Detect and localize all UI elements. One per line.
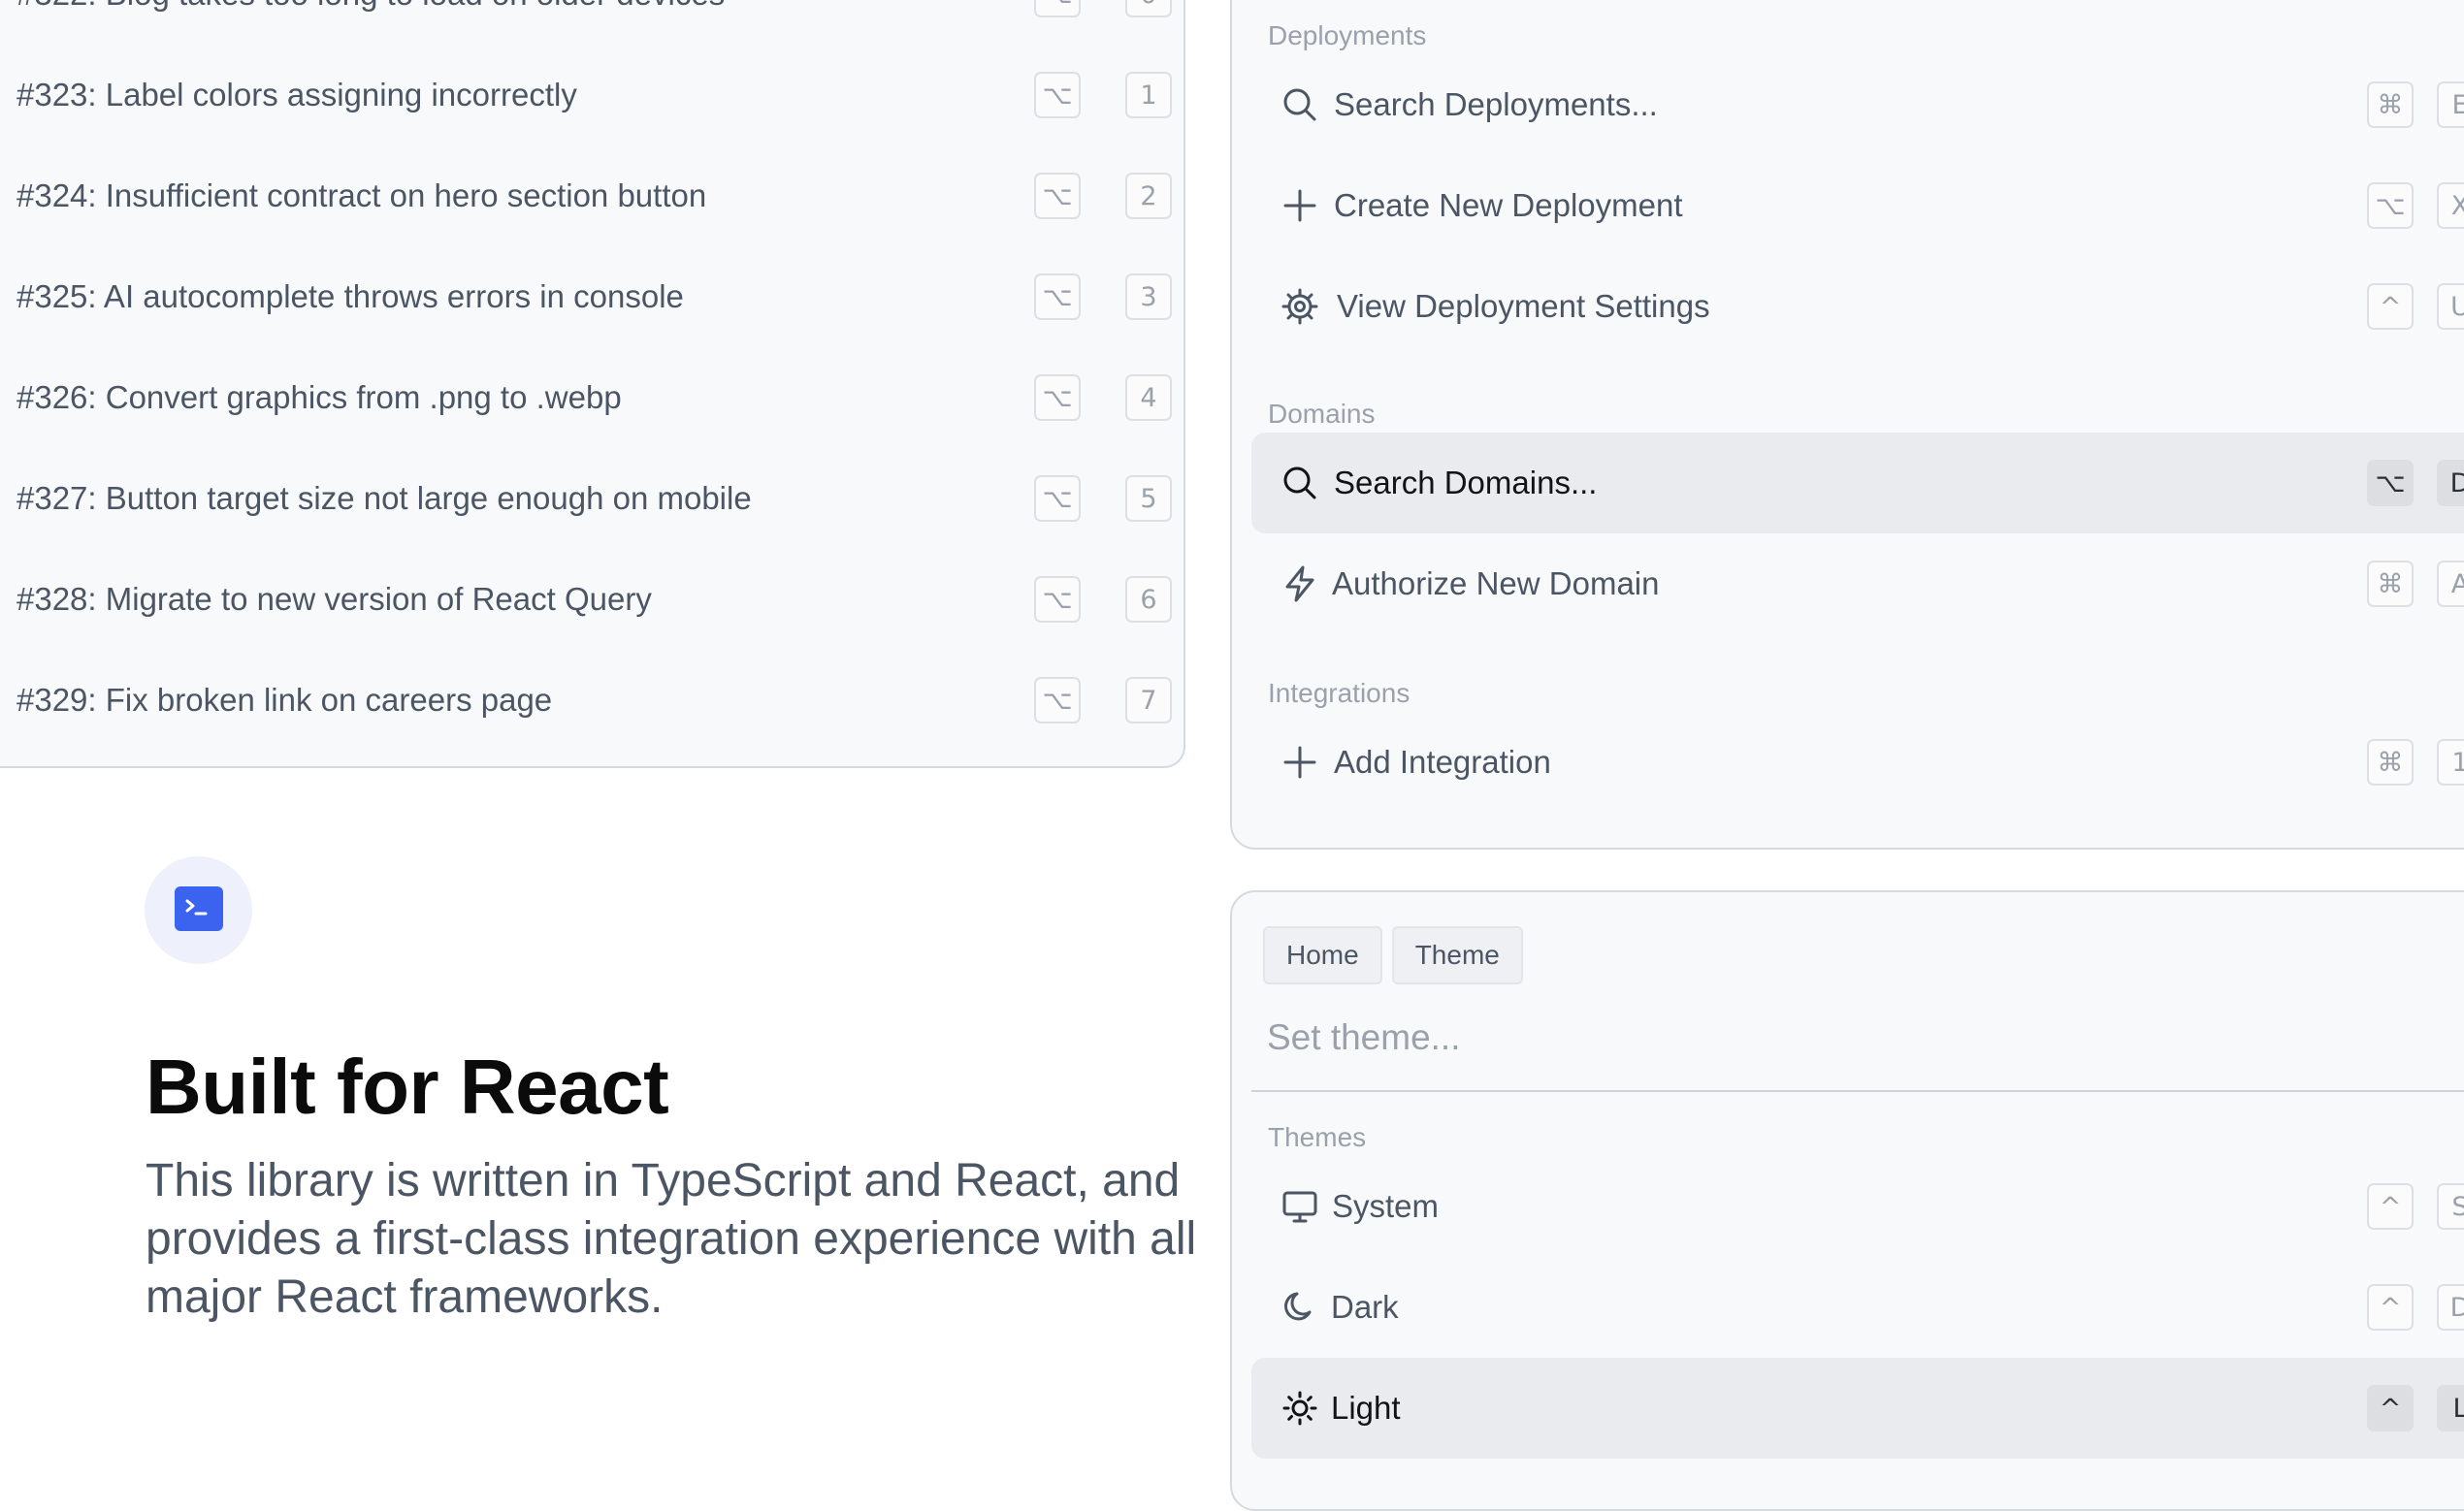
breadcrumb-theme[interactable]: Theme	[1391, 926, 1523, 984]
theme-label: Dark	[1331, 1289, 1399, 1325]
shortcut-key: 3	[1125, 273, 1172, 320]
issue-item[interactable]: #329: Fix broken link on careers page ⌥ …	[0, 650, 1183, 751]
issue-item[interactable]: #326: Convert graphics from .png to .web…	[0, 347, 1183, 448]
shortcut-modifier-key: ⌥	[1034, 72, 1081, 118]
shortcut-modifier-key: ⌥	[1034, 374, 1081, 421]
sun-icon	[1281, 1389, 1319, 1428]
breadcrumb: Home Theme	[1263, 926, 1523, 984]
issue-item[interactable]: #328: Migrate to new version of React Qu…	[0, 549, 1183, 650]
issue-label: #322: Blog takes too long to load on old…	[16, 0, 725, 13]
shortcut-key: 4	[1125, 374, 1172, 421]
issue-item[interactable]: #325: AI autocomplete throws errors in c…	[0, 246, 1183, 347]
issue-item[interactable]: #327: Button target size not large enoug…	[0, 448, 1183, 549]
group-heading-themes: Themes	[1268, 1122, 1367, 1152]
command-label: Create New Deployment	[1334, 187, 1683, 223]
command-authorize-domain[interactable]: Authorize New Domain ⌘ A	[1251, 533, 2464, 634]
shortcut-modifier-key: ⌥	[1034, 677, 1081, 723]
lightning-icon	[1281, 564, 1319, 603]
issue-item[interactable]: #323: Label colors assigning incorrectly…	[0, 45, 1183, 145]
theme-option-light[interactable]: Light ^ L	[1251, 1358, 2464, 1459]
feature-icon-badge	[145, 856, 252, 964]
feature-title: Built for React	[146, 1044, 669, 1130]
shortcut-modifier-key: ⌘	[2367, 561, 2414, 607]
moon-icon	[1281, 1288, 1319, 1327]
theme-option-system[interactable]: System ^ S	[1251, 1156, 2464, 1257]
shortcut-key: E	[2437, 81, 2464, 128]
shortcut-modifier-key: ^	[2367, 1284, 2414, 1331]
theme-command-panel: Home Theme Themes System ^ S Dark ^ D	[1230, 890, 2464, 1511]
shortcut-key: D	[2437, 460, 2464, 506]
command-search-domains[interactable]: Search Domains... ⌥ D	[1251, 433, 2464, 533]
plus-icon	[1281, 743, 1319, 782]
shortcut-key: 0	[1125, 0, 1172, 17]
shortcut-key: 6	[1125, 576, 1172, 623]
command-menu-panel: Deployments Search Deployments... ⌘ E Cr…	[1230, 0, 2464, 850]
shortcut-modifier-key: ⌥	[1034, 173, 1081, 219]
plus-icon	[1281, 186, 1319, 225]
issue-label: #326: Convert graphics from .png to .web…	[16, 379, 622, 415]
shortcut-modifier-key: ⌥	[2367, 182, 2414, 229]
shortcut-modifier-key: ⌥	[2367, 460, 2414, 506]
shortcut-key: 2	[1125, 173, 1172, 219]
shortcut-modifier-key: ⌥	[1034, 0, 1081, 17]
issue-label: #325: AI autocomplete throws errors in c…	[16, 278, 684, 314]
feature-description: This library is written in TypeScript an…	[146, 1155, 1197, 1323]
command-create-deployment[interactable]: Create New Deployment ⌥ X	[1251, 155, 2464, 256]
issue-label: #323: Label colors assigning incorrectly	[16, 77, 577, 113]
shortcut-key: D	[2437, 1284, 2464, 1331]
command-label: Add Integration	[1334, 744, 1551, 780]
issue-item[interactable]: #322: Blog takes too long to load on old…	[0, 0, 1183, 45]
command-add-integration[interactable]: Add Integration ⌘ 1	[1251, 712, 2464, 813]
group-heading-domains: Domains	[1268, 399, 1376, 429]
command-label: View Deployment Settings	[1337, 288, 1710, 324]
theme-search-input[interactable]	[1267, 1004, 2334, 1072]
command-search-deployments[interactable]: Search Deployments... ⌘ E	[1251, 54, 2464, 155]
shortcut-key: X	[2437, 182, 2464, 229]
shortcut-modifier-key: ⌥	[1034, 273, 1081, 320]
shortcut-modifier-key: ⌘	[2367, 81, 2414, 128]
breadcrumb-home[interactable]: Home	[1263, 926, 1382, 984]
theme-option-dark[interactable]: Dark ^ D	[1251, 1257, 2464, 1358]
command-label: Authorize New Domain	[1332, 565, 1660, 601]
shortcut-modifier-key: ^	[2367, 1183, 2414, 1230]
shortcut-key: U	[2437, 283, 2464, 330]
search-icon	[1281, 464, 1319, 502]
divider	[1251, 1090, 2464, 1092]
shortcut-key: 5	[1125, 475, 1172, 522]
theme-label: System	[1332, 1188, 1440, 1224]
shortcut-key: 1	[1125, 72, 1172, 118]
shortcut-key: 1	[2437, 739, 2464, 786]
issue-label: #328: Migrate to new version of React Qu…	[16, 581, 652, 617]
shortcut-modifier-key: ^	[2367, 1385, 2414, 1431]
shortcut-modifier-key: ⌘	[2367, 739, 2414, 786]
command-view-deployment-settings[interactable]: View Deployment Settings ^ U	[1251, 256, 2464, 357]
issue-label: #327: Button target size not large enoug…	[16, 480, 752, 516]
gear-icon	[1281, 287, 1319, 326]
search-icon	[1281, 85, 1319, 124]
monitor-icon	[1281, 1187, 1319, 1226]
theme-label: Light	[1331, 1390, 1401, 1426]
terminal-icon	[175, 886, 223, 931]
shortcut-key: 7	[1125, 677, 1172, 723]
shortcut-modifier-key: ⌥	[1034, 576, 1081, 623]
shortcut-modifier-key: ⌥	[1034, 475, 1081, 522]
issue-label: #324: Insufficient contract on hero sect…	[16, 177, 707, 213]
shortcut-modifier-key: ^	[2367, 283, 2414, 330]
issue-label: #329: Fix broken link on careers page	[16, 682, 553, 718]
shortcut-key: A	[2437, 561, 2464, 607]
shortcut-key: L	[2437, 1385, 2464, 1431]
group-heading-integrations: Integrations	[1268, 678, 1410, 708]
shortcut-key: S	[2437, 1183, 2464, 1230]
command-label: Search Deployments...	[1334, 86, 1658, 122]
issues-list-panel: #322: Blog takes too long to load on old…	[0, 0, 1185, 768]
group-heading-deployments: Deployments	[1268, 20, 1427, 50]
issue-item[interactable]: #324: Insufficient contract on hero sect…	[0, 145, 1183, 246]
command-label: Search Domains...	[1334, 465, 1598, 500]
